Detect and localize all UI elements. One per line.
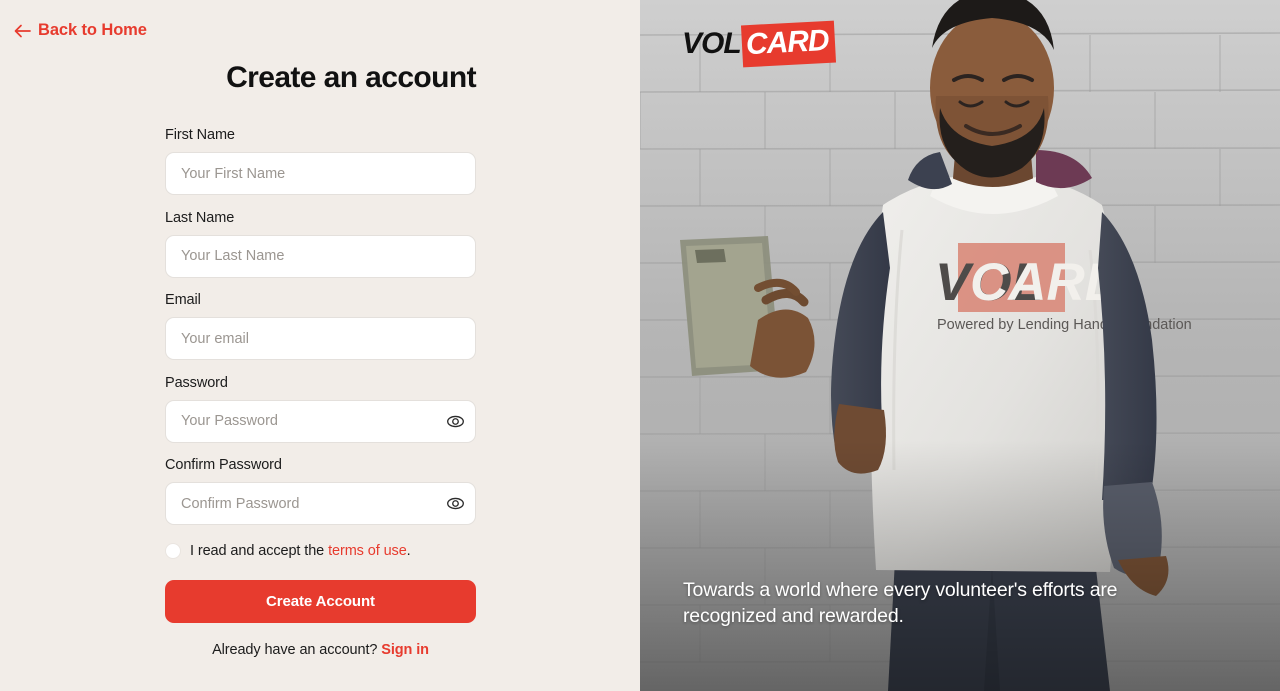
sign-in-link[interactable]: Sign in: [381, 642, 429, 658]
password-input-shell: [165, 399, 476, 443]
email-label: Email: [165, 292, 201, 308]
first-name-label: First Name: [165, 127, 235, 143]
last-name-label: Last Name: [165, 209, 235, 226]
first-name-input[interactable]: [165, 152, 476, 195]
shirt-logo-subtitle: Powered by Lending Hands Foundation: [937, 317, 1192, 333]
terms-of-use-link[interactable]: terms of use: [328, 543, 407, 559]
logo-text-vol: VOL: [682, 27, 742, 60]
terms-text: I read and accept the terms of use.: [190, 543, 411, 559]
back-to-home-label: Back to Home: [38, 21, 147, 39]
field-password: Password: [165, 375, 476, 443]
first-name-input-shell: [165, 152, 476, 195]
back-to-home-link[interactable]: Back to Home: [14, 21, 147, 40]
confirm-password-label: Confirm Password: [165, 457, 282, 473]
signin-row: Already have an account? Sign in: [165, 642, 476, 658]
terms-row: I read and accept the terms of use.: [165, 543, 476, 559]
toggle-confirm-password-visibility-button[interactable]: [445, 494, 465, 514]
hero-panel: VOL CARD Powered by Lending Hands Founda…: [640, 0, 1280, 691]
signup-form: Create an account First Name Last Name E…: [165, 60, 477, 658]
password-label: Password: [165, 374, 228, 391]
confirm-password-input-shell: [165, 482, 476, 525]
last-name-input-shell: [165, 234, 476, 278]
terms-checkbox[interactable]: [165, 543, 181, 559]
arrow-left-icon: [14, 24, 31, 37]
create-account-button[interactable]: Create Account: [165, 580, 476, 623]
field-last-name: Last Name: [165, 210, 476, 278]
confirm-password-input[interactable]: [165, 482, 476, 525]
volcard-logo: VOL CARD: [682, 20, 836, 68]
terms-text-before: I read and accept the: [190, 543, 329, 559]
toggle-password-visibility-button[interactable]: [445, 411, 465, 431]
logo-text-card: CARD: [740, 20, 836, 68]
password-input[interactable]: [165, 399, 476, 443]
field-confirm-password: Confirm Password: [165, 457, 476, 525]
hero-tagline: Towards a world where every volunteer's …: [683, 578, 1118, 628]
eye-icon: [446, 497, 464, 510]
field-first-name: First Name: [165, 127, 476, 195]
signin-text-before: Already have an account?: [212, 642, 382, 658]
eye-icon: [446, 415, 464, 427]
page-title: Create an account: [226, 61, 476, 94]
email-input[interactable]: [165, 317, 476, 360]
last-name-input[interactable]: [165, 234, 476, 278]
email-input-shell: [165, 317, 476, 360]
terms-text-after: .: [406, 543, 411, 559]
field-email: Email: [165, 292, 476, 360]
signup-panel: Back to Home Create an account First Nam…: [0, 0, 640, 691]
